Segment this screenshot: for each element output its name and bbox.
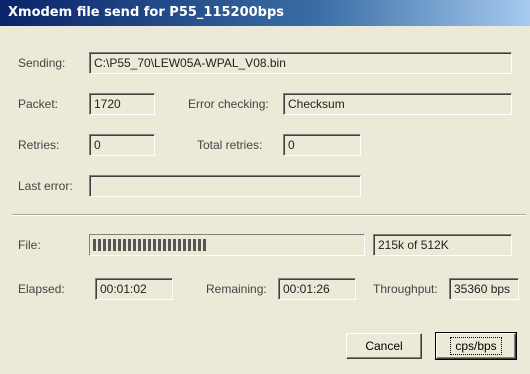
packet-label: Packet: bbox=[18, 97, 59, 111]
throughput-label: Throughput: bbox=[373, 282, 438, 296]
cps-bps-button[interactable]: cps/bps bbox=[435, 332, 517, 360]
separator bbox=[12, 214, 526, 216]
file-label: File: bbox=[18, 238, 41, 252]
elapsed-field: 00:01:02 bbox=[95, 278, 173, 300]
cps-bps-button-label: cps/bps bbox=[450, 337, 502, 355]
packet-field: 1720 bbox=[89, 93, 155, 115]
remaining-label: Remaining: bbox=[206, 282, 267, 296]
remaining-field: 00:01:26 bbox=[278, 278, 356, 300]
window-title: Xmodem file send for P55_115200bps bbox=[0, 0, 530, 26]
total-retries-label: Total retries: bbox=[197, 138, 263, 152]
file-size-field: 215k of 512K bbox=[373, 234, 512, 256]
throughput-field: 35360 bps bbox=[449, 278, 519, 300]
file-progress-bar bbox=[89, 234, 365, 256]
dialog-body: Sending: C:\P55_70\LEW05A-WPAL_V08.bin P… bbox=[4, 26, 526, 370]
xmodem-dialog: Xmodem file send for P55_115200bps Sendi… bbox=[0, 0, 530, 374]
last-error-label: Last error: bbox=[18, 179, 73, 193]
total-retries-field: 0 bbox=[283, 134, 361, 156]
error-checking-label: Error checking: bbox=[188, 97, 269, 111]
elapsed-label: Elapsed: bbox=[18, 282, 65, 296]
cancel-button[interactable]: Cancel bbox=[346, 333, 422, 359]
retries-field: 0 bbox=[89, 134, 155, 156]
sending-label: Sending: bbox=[18, 56, 66, 70]
sending-path-field: C:\P55_70\LEW05A-WPAL_V08.bin bbox=[89, 52, 512, 74]
file-progress-fill bbox=[93, 239, 206, 251]
retries-label: Retries: bbox=[18, 138, 60, 152]
error-checking-field: Checksum bbox=[283, 93, 512, 115]
last-error-field bbox=[89, 175, 361, 197]
